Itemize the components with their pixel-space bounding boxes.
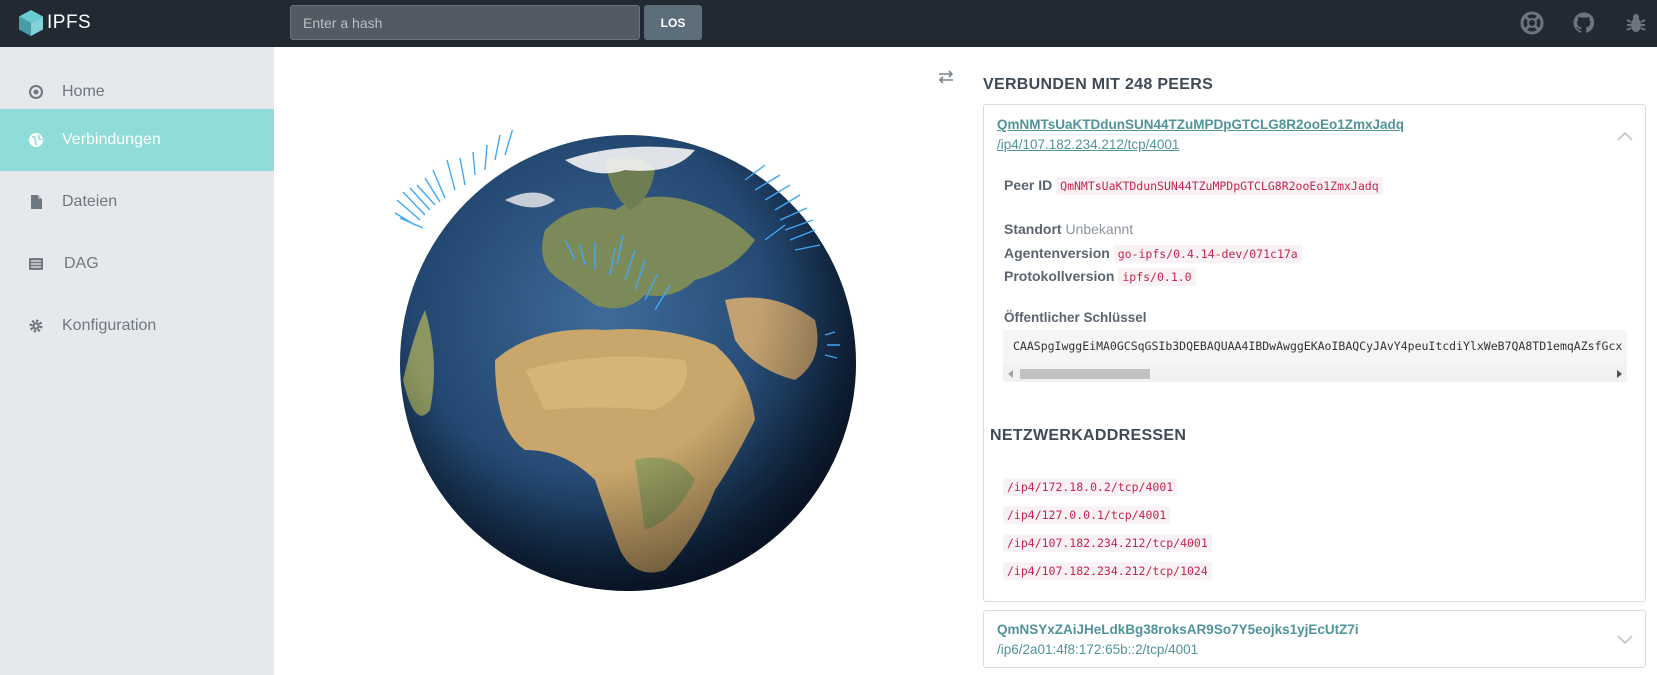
file-icon bbox=[31, 195, 42, 209]
agent-version-value: go-ipfs/0.4.14-dev/071c17a bbox=[1113, 245, 1302, 263]
agent-version-label: Agentenversion bbox=[1004, 245, 1110, 261]
connected-peers-title: VERBUNDEN MIT 248 PEERS bbox=[983, 76, 1214, 93]
sidebar-item-dag[interactable]: DAG bbox=[0, 233, 274, 295]
swap-view-icon[interactable] bbox=[937, 68, 955, 86]
ipfs-logo[interactable]: IPFS bbox=[18, 9, 91, 37]
ipfs-cube-icon bbox=[19, 10, 43, 36]
sidebar-item-label: DAG bbox=[64, 255, 99, 272]
chevron-up-icon[interactable] bbox=[1617, 131, 1633, 141]
sidebar-item-dateien[interactable]: Dateien bbox=[0, 171, 274, 233]
network-address-item: /ip4/127.0.0.1/tcp/4001 bbox=[1003, 506, 1171, 524]
peer-id-link[interactable]: QmNSYxZAiJHeLdkBg38roksAR9So7Y5eojks1yjE… bbox=[997, 622, 1359, 637]
chevron-down-icon[interactable] bbox=[1617, 635, 1633, 645]
peer-id-row: Peer ID QmNMTsUaKTDdunSUN44TZuMPDpGTCLG8… bbox=[1004, 177, 1383, 195]
scroll-left-arrow-icon[interactable] bbox=[1008, 370, 1013, 378]
gear-icon bbox=[29, 319, 43, 333]
peer-card-collapsed[interactable]: QmNSYxZAiJHeLdkBg38roksAR9So7Y5eojks1yjE… bbox=[983, 610, 1646, 668]
sidebar-item-label: Home bbox=[62, 83, 105, 100]
peer-id-link[interactable]: QmNMTsUaKTDdunSUN44TZuMPDpGTCLG8R2ooEo1Z… bbox=[997, 117, 1404, 132]
protocol-version-value: ipfs/0.1.0 bbox=[1118, 268, 1196, 286]
search-go-button[interactable]: LOS bbox=[644, 5, 702, 40]
sidebar-item-konfiguration[interactable]: Konfiguration bbox=[0, 295, 274, 357]
target-icon bbox=[29, 85, 43, 99]
sidebar-item-verbindungen[interactable]: Verbindungen bbox=[0, 109, 274, 171]
scroll-right-arrow-icon[interactable] bbox=[1617, 370, 1622, 378]
peer-id-value: QmNMTsUaKTDdunSUN44TZuMPDpGTCLG8R2ooEo1Z… bbox=[1056, 177, 1383, 195]
bug-icon[interactable] bbox=[1624, 11, 1648, 35]
protocol-version-row: Protokollversion ipfs/0.1.0 bbox=[1004, 268, 1196, 286]
github-icon[interactable] bbox=[1572, 11, 1596, 35]
agent-version-row: Agentenversion go-ipfs/0.4.14-dev/071c17… bbox=[1004, 245, 1302, 263]
public-key-scrollbar[interactable] bbox=[1003, 365, 1627, 382]
protocol-version-label: Protokollversion bbox=[1004, 268, 1115, 284]
top-navbar: IPFS LOS bbox=[0, 0, 1657, 47]
location-value: Unbekannt bbox=[1065, 221, 1134, 237]
peer-globe-map[interactable] bbox=[395, 130, 875, 600]
peer-card-expanded: QmNMTsUaKTDdunSUN44TZuMPDpGTCLG8R2ooEo1Z… bbox=[983, 104, 1646, 602]
location-label: Standort bbox=[1004, 221, 1062, 237]
public-key-value: CAASpgIwggEiMA0GCSqGSIb3DQEBAQUAA4IBDwAw… bbox=[1013, 339, 1623, 353]
globe-icon bbox=[29, 133, 43, 147]
app-name: IPFS bbox=[47, 12, 92, 33]
network-address-item: /ip4/107.182.234.212/tcp/4001 bbox=[1003, 534, 1212, 552]
network-address-item: /ip4/107.182.234.212/tcp/1024 bbox=[1003, 562, 1212, 580]
peer-address-link[interactable]: /ip4/107.182.234.212/tcp/4001 bbox=[997, 137, 1179, 152]
network-addresses-title: NETZWERKADDRESSEN bbox=[990, 427, 1187, 444]
sidebar-item-label: Verbindungen bbox=[62, 131, 161, 148]
sidebar-item-label: Dateien bbox=[62, 193, 118, 210]
peer-id-label: Peer ID bbox=[1004, 177, 1053, 193]
lifebuoy-icon[interactable] bbox=[1520, 11, 1544, 35]
hash-search-input[interactable] bbox=[290, 5, 640, 40]
location-row: Standort Unbekannt bbox=[1004, 221, 1133, 237]
sidebar-item-label: Konfiguration bbox=[62, 317, 157, 334]
public-key-label: Öffentlicher Schlüssel bbox=[1004, 310, 1147, 325]
network-address-item: /ip4/172.18.0.2/tcp/4001 bbox=[1003, 478, 1178, 496]
sidebar: Home Verbindungen Dateien DAG Konfigurat… bbox=[0, 47, 274, 675]
list-icon bbox=[29, 258, 43, 270]
peer-address-text: /ip6/2a01:4f8:172:65b::2/tcp/4001 bbox=[997, 642, 1199, 657]
public-key-box: CAASpgIwggEiMA0GCSqGSIb3DQEBAQUAA4IBDwAw… bbox=[1003, 330, 1627, 382]
scroll-thumb[interactable] bbox=[1020, 369, 1150, 379]
